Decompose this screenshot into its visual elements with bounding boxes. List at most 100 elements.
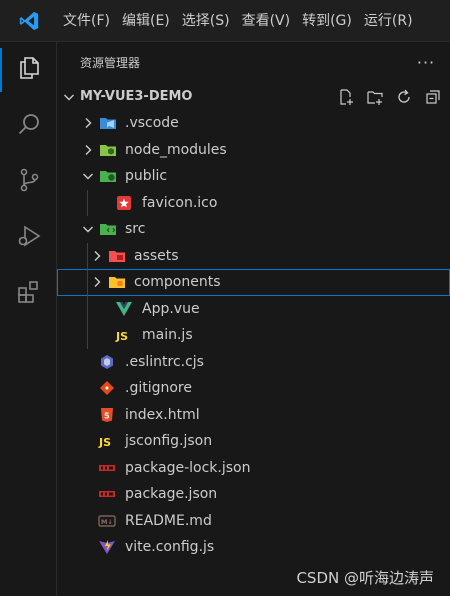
assets-folder-icon: [108, 247, 126, 265]
vscode-logo-icon[interactable]: [0, 0, 57, 42]
activity-search[interactable]: [0, 98, 57, 154]
tree-item-label: .gitignore: [125, 380, 192, 396]
indent-guide: [87, 322, 88, 349]
tree-item-label: main.js: [142, 327, 193, 343]
jsconfig-file-icon: JS: [98, 432, 116, 450]
chevron-down-icon: [80, 221, 96, 237]
refresh-icon[interactable]: [393, 87, 415, 107]
tree-file-row[interactable]: 5 index.html: [57, 402, 450, 429]
tree-folder-row[interactable]: components: [57, 269, 450, 296]
collapse-all-icon[interactable]: [422, 87, 444, 107]
search-icon: [16, 111, 42, 141]
node-folder-icon: [99, 141, 117, 159]
html-file-icon: 5: [98, 406, 116, 424]
tree-file-row[interactable]: .eslintrc.cjs: [57, 349, 450, 376]
vite-file-icon: [98, 538, 116, 556]
tree-file-row[interactable]: favicon.ico: [57, 189, 450, 216]
src-folder-icon: [99, 220, 117, 238]
tree-folder-row[interactable]: node_modules: [57, 137, 450, 164]
npm-file-icon: [98, 459, 116, 477]
activity-source-control[interactable]: [0, 154, 57, 210]
sidebar-header: 资源管理器 ···: [57, 42, 450, 82]
workspace-folder-name: MY-VUE3-DEMO: [80, 89, 193, 104]
source-control-icon: [16, 167, 42, 197]
chevron-right-icon: [89, 248, 105, 264]
explorer-icon: [16, 55, 42, 85]
svg-text:JS: JS: [115, 330, 128, 343]
menu-item-0[interactable]: 文件(F): [57, 0, 116, 42]
svg-text:JS: JS: [98, 436, 111, 449]
chevron-right-icon: [80, 115, 96, 131]
chevron-right-icon: [80, 142, 96, 158]
markdown-file-icon: M↓: [98, 512, 116, 530]
chevron-right-icon: [89, 274, 105, 290]
git-file-icon: [98, 379, 116, 397]
tree-item-label: src: [125, 221, 146, 237]
vscode-folder-icon: [99, 114, 117, 132]
indent-guide: [87, 189, 88, 216]
tree-item-label: package.json: [125, 486, 218, 502]
favicon-icon: [115, 194, 133, 212]
tree-item-label: vite.config.js: [125, 539, 215, 555]
sidebar-title: 资源管理器: [80, 55, 141, 70]
activity-bar: [0, 42, 57, 596]
indent-guide: [87, 295, 88, 322]
activity-extensions[interactable]: [0, 266, 57, 322]
tree-item-label: package-lock.json: [125, 459, 251, 476]
new-folder-icon[interactable]: [364, 87, 386, 107]
tree-file-row[interactable]: vite.config.js: [57, 534, 450, 561]
tree-item-label: favicon.ico: [142, 194, 218, 211]
public-folder-icon: [99, 167, 117, 185]
menu-item-5[interactable]: 运行(R): [358, 0, 419, 42]
indent-guide: [87, 242, 88, 269]
vue-file-icon: [115, 300, 133, 318]
eslint-file-icon: [98, 353, 116, 371]
js-file-icon: JS: [115, 326, 133, 344]
tree-file-row[interactable]: .gitignore: [57, 375, 450, 402]
tree-file-row[interactable]: M↓ README.md: [57, 508, 450, 535]
run-debug-icon: [16, 223, 42, 253]
extensions-icon: [16, 279, 42, 309]
indent-guide: [87, 269, 88, 296]
tree-folder-row[interactable]: .vscode: [57, 110, 450, 137]
tree-file-row[interactable]: JS main.js: [57, 322, 450, 349]
tree-folder-row[interactable]: assets: [57, 242, 450, 269]
svg-text:5: 5: [104, 411, 110, 420]
menu-item-3[interactable]: 查看(V): [236, 0, 297, 42]
tree-file-row[interactable]: App.vue: [57, 295, 450, 322]
activity-run-debug[interactable]: [0, 210, 57, 266]
tree-item-label: App.vue: [142, 300, 200, 317]
chevron-down-icon: [61, 89, 77, 105]
tree-folder-row[interactable]: src: [57, 216, 450, 243]
tree-item-label: jsconfig.json: [125, 433, 213, 449]
tree-item-label: .vscode: [125, 115, 179, 131]
chevron-down-icon: [80, 168, 96, 184]
npm-file-icon: [98, 485, 116, 503]
tree-item-label: components: [134, 274, 221, 290]
explorer-sidebar: 资源管理器 ··· MY-VUE3-DEMO .vscode node_modul…: [57, 42, 450, 596]
new-file-icon[interactable]: [335, 87, 357, 107]
tree-file-row[interactable]: package-lock.json: [57, 455, 450, 482]
activity-explorer[interactable]: [0, 42, 57, 98]
tree-file-row[interactable]: package.json: [57, 481, 450, 508]
more-actions-icon[interactable]: ···: [416, 52, 436, 72]
tree-file-row[interactable]: JS jsconfig.json: [57, 428, 450, 455]
menu-item-4[interactable]: 转到(G): [296, 0, 358, 42]
workspace-folder-header[interactable]: MY-VUE3-DEMO: [57, 84, 450, 110]
menu-bar: 文件(F) 编辑(E) 选择(S) 查看(V) 转到(G) 运行(R): [57, 0, 419, 42]
folder-actions: [328, 87, 444, 107]
tree-item-label: assets: [134, 247, 179, 264]
tree-item-label: index.html: [125, 406, 200, 423]
svg-text:M↓: M↓: [101, 518, 113, 526]
tree-item-label: README.md: [125, 512, 212, 529]
menu-item-2[interactable]: 选择(S): [176, 0, 236, 42]
tree-folder-row[interactable]: public: [57, 163, 450, 190]
tree-item-label: public: [125, 168, 168, 184]
tree-item-label: .eslintrc.cjs: [125, 353, 204, 370]
file-tree: .vscode node_modulespublic favicon.ico src a…: [57, 110, 450, 561]
watermark: CSDN @听海边涛声: [296, 569, 434, 587]
title-bar: 文件(F) 编辑(E) 选择(S) 查看(V) 转到(G) 运行(R): [0, 0, 450, 42]
components-folder-icon: [108, 273, 126, 291]
tree-item-label: node_modules: [125, 141, 227, 158]
menu-item-1[interactable]: 编辑(E): [116, 0, 176, 42]
